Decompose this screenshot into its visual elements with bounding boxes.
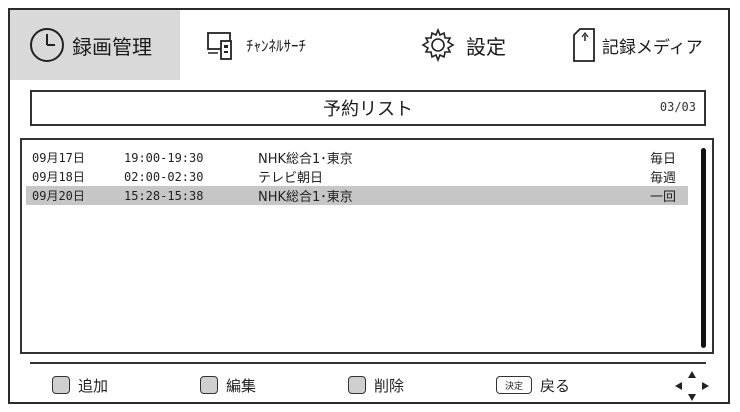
list-title-bar: 予約リスト 03/03 <box>30 90 706 126</box>
blue-key-icon <box>348 376 366 394</box>
add-button[interactable]: 追加 <box>52 374 108 396</box>
tab-recording-media[interactable]: 記録メディア <box>540 10 728 80</box>
tab-settings[interactable]: 設定 <box>380 10 540 80</box>
list-scrollbar[interactable] <box>701 148 706 348</box>
list-item[interactable]: 09月17日 19:00-19:30 NHK総合1･東京 毎日 <box>26 148 688 168</box>
tab-bar: 録画管理 ﾁｬﾝﾈﾙｻｰﾁ 設定 記録メディア <box>10 10 728 80</box>
edit-label: 編集 <box>226 376 257 395</box>
delete-button[interactable]: 削除 <box>348 374 404 396</box>
page-counter: 03/03 <box>659 100 696 114</box>
main-window: 録画管理 ﾁｬﾝﾈﾙｻｰﾁ 設定 記録メディア 予約リスト 03/03 09月1… <box>8 8 730 404</box>
add-label: 追加 <box>78 376 109 395</box>
row-time: 02:00-02:30 <box>124 169 204 184</box>
back-label: 戻る <box>540 376 571 395</box>
red-key-icon <box>52 376 70 394</box>
row-channel: NHK総合1･東京 <box>258 190 353 205</box>
reservation-list[interactable]: 09月17日 19:00-19:30 NHK総合1･東京 毎日 09月18日 0… <box>20 138 714 354</box>
green-key-icon <box>200 376 218 394</box>
list-item-selected[interactable]: 09月20日 15:28-15:38 NHK総合1･東京 一回 <box>26 186 688 205</box>
row-time: 15:28-15:38 <box>124 188 204 203</box>
back-button[interactable]: 決定 戻る <box>496 374 570 396</box>
tab-label: 記録メディア <box>602 37 703 58</box>
delete-label: 削除 <box>374 376 405 395</box>
antenna-remote-icon <box>206 29 240 61</box>
row-repeat: 一回 <box>649 190 676 205</box>
row-date: 09月18日 <box>32 170 85 184</box>
row-time: 19:00-19:30 <box>124 150 204 165</box>
row-repeat: 毎日 <box>649 152 676 167</box>
dpad-icon <box>674 370 710 402</box>
footer-bar: 追加 編集 削除 決定 戻る <box>10 370 728 402</box>
row-channel: NHK総合1･東京 <box>258 152 353 167</box>
row-date: 09月20日 <box>32 189 85 203</box>
tab-label: 設定 <box>466 34 506 59</box>
tab-label: 録画管理 <box>72 34 152 59</box>
edit-button[interactable]: 編集 <box>200 374 256 396</box>
row-date: 09月17日 <box>32 151 85 165</box>
sd-card-icon <box>572 27 596 63</box>
row-repeat: 毎週 <box>649 171 676 186</box>
list-item[interactable]: 09月18日 02:00-02:30 テレビ朝日 毎週 <box>26 167 688 187</box>
list-title: 予約リスト <box>323 99 413 120</box>
tab-label: ﾁｬﾝﾈﾙｻｰﾁ <box>246 36 307 55</box>
tab-channel-search[interactable]: ﾁｬﾝﾈﾙｻｰﾁ <box>180 10 380 80</box>
row-channel: テレビ朝日 <box>258 171 324 186</box>
gear-icon <box>420 27 456 63</box>
tab-recording-management[interactable]: 録画管理 <box>10 10 180 80</box>
enter-key-icon: 決定 <box>496 376 532 394</box>
clock-icon <box>28 26 66 64</box>
footer-divider <box>30 362 706 364</box>
